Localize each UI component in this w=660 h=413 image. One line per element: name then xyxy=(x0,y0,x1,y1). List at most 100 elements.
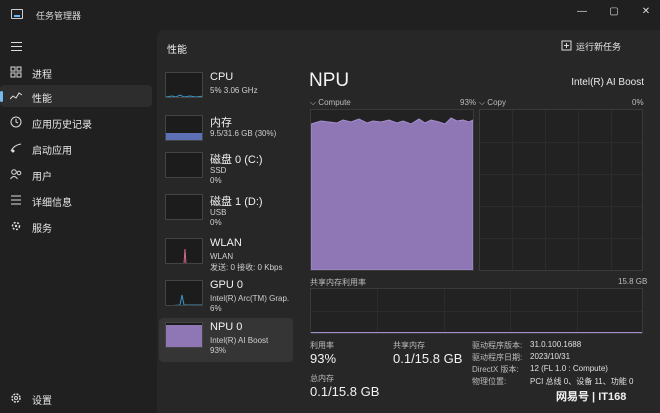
resource-detail: SSD xyxy=(210,166,227,175)
wlan-thumbnail xyxy=(165,238,203,264)
resource-item-cpu[interactable]: CPU 5% 3.06 GHz xyxy=(159,68,293,112)
title-bar: 任务管理器 — ▢ ✕ xyxy=(0,0,660,30)
device-model: Intel(R) AI Boost xyxy=(571,77,644,88)
sidebar-item-performance[interactable]: 性能 xyxy=(0,85,152,107)
shared-memory-label: 共享内存 xyxy=(393,341,425,350)
utilization-label: 利用率 xyxy=(310,341,334,350)
sidebar-item-startup-apps[interactable]: 启动应用 xyxy=(0,137,152,159)
shared-memory-graph xyxy=(310,288,643,334)
startup-apps-icon xyxy=(10,142,22,154)
compute-percent: 93% xyxy=(460,98,477,107)
watermark: 网易号 | IT168 xyxy=(556,391,627,403)
resource-detail: WLAN xyxy=(210,252,234,261)
window-title: 任务管理器 xyxy=(36,11,82,21)
resource-name: GPU 0 xyxy=(210,279,244,291)
shared-memory-max: 15.8 GB xyxy=(618,277,648,286)
users-icon xyxy=(10,168,22,180)
services-icon xyxy=(10,220,22,232)
resource-usage: 0% xyxy=(210,176,222,185)
memory-fill xyxy=(166,132,202,140)
resource-name: WLAN xyxy=(210,237,242,249)
shared-memory-graph-label: 共享内存利用率 xyxy=(310,278,366,287)
run-task-icon xyxy=(561,40,573,52)
physical-location-value: PCI 总线 0、设备 11、功能 0 xyxy=(530,377,634,386)
sidebar-item-details[interactable]: 详细信息 xyxy=(0,189,152,211)
shared-memory-usage-line xyxy=(311,332,642,333)
resource-usage: 0% xyxy=(210,218,222,227)
grid-line xyxy=(311,311,642,312)
main-panel: 性能 运行新任务 CPU 5% 3.06 GHz 内存 9.5/31.6 GB … xyxy=(157,30,660,413)
copy-label-text: Copy xyxy=(487,98,506,107)
disk-1-thumbnail xyxy=(165,194,203,220)
menu-icon[interactable] xyxy=(11,42,22,51)
resource-name: 磁盘 1 (D:) xyxy=(210,196,263,208)
compute-graph-svg xyxy=(311,117,473,270)
maximize-button[interactable]: ▢ xyxy=(600,3,628,21)
sidebar-item-label: 进程 xyxy=(32,70,52,81)
sidebar-item-processes[interactable]: 进程 xyxy=(0,61,152,83)
resource-item-gpu-0[interactable]: GPU 0 Intel(R) Arc(TM) Grap. 6% xyxy=(159,276,293,320)
run-new-task-label: 运行新任务 xyxy=(576,42,622,52)
driver-date-value: 2023/10/31 xyxy=(530,352,571,361)
details-icon xyxy=(10,194,22,206)
active-indicator xyxy=(0,91,3,102)
sidebar-item-services[interactable]: 服务 xyxy=(0,215,152,237)
npu-0-thumbnail xyxy=(165,322,203,348)
utilization-value: 93% xyxy=(310,351,337,366)
sidebar-item-label: 性能 xyxy=(32,94,52,105)
copy-graph xyxy=(479,109,643,271)
compute-graph xyxy=(310,109,474,271)
sidebar-item-app-history[interactable]: 应用历史记录 xyxy=(0,111,152,133)
app-history-icon xyxy=(10,116,22,128)
directx-version-value: 12 (FL 1.0 : Compute) xyxy=(530,364,608,373)
compute-graph-label[interactable]: ⌵ Compute xyxy=(310,98,351,108)
device-title: NPU xyxy=(309,70,350,91)
resource-item-disk-0[interactable]: 磁盘 0 (C:) SSD 0% xyxy=(159,148,293,192)
sidebar-item-users[interactable]: 用户 xyxy=(0,163,152,185)
task-manager-icon xyxy=(11,9,23,19)
sidebar: 进程 性能 应用历史记录 启动应用 用户 详细信息 服务 设置 xyxy=(0,30,157,413)
shared-memory-value: 0.1/15.8 GB xyxy=(393,351,463,366)
sidebar-item-settings[interactable]: 设置 xyxy=(0,387,152,409)
grid-line xyxy=(611,110,612,270)
resource-detail: USB xyxy=(210,208,227,217)
sidebar-item-label: 应用历史记录 xyxy=(32,120,92,131)
sidebar-item-label: 设置 xyxy=(32,396,52,407)
grid-line xyxy=(480,206,642,207)
driver-version-label: 驱动程序版本: xyxy=(472,341,523,350)
directx-version-label: DirectX 版本: xyxy=(472,365,519,374)
gpu-0-thumbnail xyxy=(165,280,203,306)
resource-item-disk-1[interactable]: 磁盘 1 (D:) USB 0% xyxy=(159,190,293,234)
resource-detail: 9.5/31.6 GB (30%) xyxy=(210,129,277,138)
resource-item-npu-0[interactable]: NPU 0 Intel(R) AI Boost 93% xyxy=(159,318,293,362)
run-new-task-button[interactable]: 运行新任务 xyxy=(561,39,653,55)
page-title: 性能 xyxy=(167,45,187,56)
resource-usage: 发送: 0 接收: 0 Kbps xyxy=(210,263,283,272)
grid-line xyxy=(545,110,546,270)
resource-name: 内存 xyxy=(210,117,232,129)
close-button[interactable]: ✕ xyxy=(632,3,660,21)
resource-detail: Intel(R) AI Boost xyxy=(210,336,269,345)
minimize-button[interactable]: — xyxy=(568,3,596,21)
grid-line xyxy=(512,110,513,270)
driver-date-label: 驱动程序日期: xyxy=(472,353,523,362)
copy-percent: 0% xyxy=(632,98,644,107)
cpu-thumbnail xyxy=(165,72,203,98)
resource-usage: 6% xyxy=(210,304,222,313)
resource-item-wlan[interactable]: WLAN WLAN 发送: 0 接收: 0 Kbps xyxy=(159,234,293,278)
disk-0-thumbnail xyxy=(165,152,203,178)
total-memory-label: 总内存 xyxy=(310,374,334,383)
resource-detail: Intel(R) Arc(TM) Grap. xyxy=(210,294,290,303)
sidebar-item-label: 用户 xyxy=(32,172,52,183)
compute-usage-area xyxy=(311,117,473,270)
resource-name: NPU 0 xyxy=(210,321,243,333)
grid-line xyxy=(578,110,579,270)
sidebar-item-label: 详细信息 xyxy=(32,198,72,209)
resource-usage: 93% xyxy=(210,346,227,355)
memory-thumbnail xyxy=(165,115,203,141)
sidebar-item-label: 启动应用 xyxy=(32,146,72,157)
physical-location-label: 物理位置: xyxy=(472,377,507,386)
grid-line xyxy=(480,174,642,175)
sidebar-item-label: 服务 xyxy=(32,224,52,235)
copy-graph-label[interactable]: ⌵ Copy xyxy=(479,98,506,108)
